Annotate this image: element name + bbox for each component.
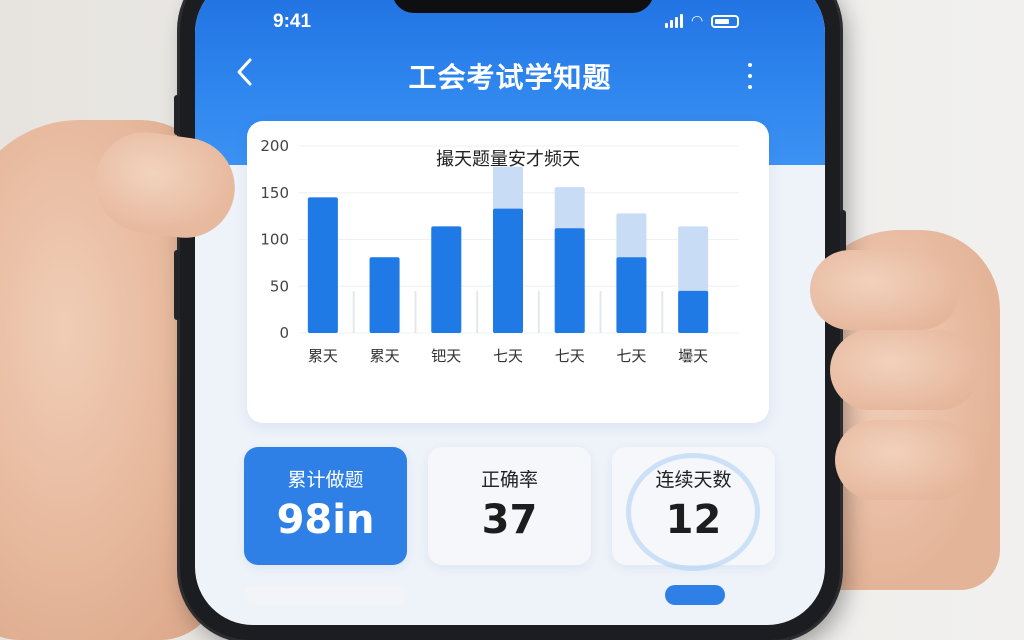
y-tick-label: 100 — [260, 231, 289, 249]
y-tick-label: 50 — [270, 277, 289, 295]
stat-card-total[interactable]: 累计做题 98in — [244, 447, 407, 565]
bar — [554, 228, 585, 333]
volume-down-button — [174, 250, 180, 320]
phone-screen: 9:41 ◠ 工会考试学知题 撮天题量安才频天 0 50 100 150 200 累天 累天… — [195, 0, 825, 625]
signal-icon — [665, 14, 683, 28]
mute-switch — [174, 95, 180, 135]
stat-value: 98in — [276, 497, 375, 543]
y-tick-label: 0 — [279, 324, 289, 342]
phone-frame: 9:41 ◠ 工会考试学知题 撮天题量安才频天 0 50 100 150 200 累天 累天… — [174, 0, 846, 640]
bar — [431, 226, 462, 333]
next-card-peek — [244, 585, 407, 605]
stat-label: 连续天数 — [655, 469, 732, 491]
finger — [835, 420, 975, 500]
more-dot — [748, 63, 752, 67]
finger — [810, 250, 960, 330]
y-tick-label: 200 — [260, 137, 289, 155]
more-options-button[interactable] — [743, 63, 757, 89]
x-tick-label: 七天 — [616, 347, 646, 365]
next-card-peek — [665, 585, 725, 605]
wifi-icon: ◠ — [691, 13, 704, 29]
x-tick-label: 累天 — [370, 347, 400, 365]
finger — [830, 330, 980, 410]
bar-chart: 0 50 100 150 200 累天 累天 钯天 七天 七天 七天 壜天 — [260, 137, 739, 365]
more-dot — [748, 85, 752, 89]
stat-label: 累计做题 — [287, 469, 364, 491]
page-title: 工会考试学知题 — [408, 61, 612, 94]
stat-value: 37 — [481, 497, 538, 543]
notch — [392, 0, 654, 13]
chart-card: 撮天题量安才频天 0 50 100 150 200 累天 累天 钯天 七天 七天 七天 壜天 — [247, 121, 769, 423]
bar — [307, 197, 338, 333]
x-tick-label: 壜天 — [678, 347, 708, 365]
x-tick-label: 累天 — [308, 347, 338, 365]
bar — [678, 290, 709, 333]
bar — [616, 257, 647, 333]
x-tick-label: 七天 — [493, 347, 523, 365]
status-icons: ◠ — [665, 13, 740, 29]
y-tick-label: 150 — [260, 184, 289, 202]
stat-card-streak[interactable]: 连续天数 12 — [612, 447, 775, 571]
x-tick-label: 七天 — [555, 347, 585, 365]
bar — [493, 208, 523, 333]
status-time: 9:41 — [273, 11, 312, 32]
stat-value: 12 — [665, 497, 722, 543]
bar — [369, 257, 400, 333]
stat-card-accuracy[interactable]: 正确率 37 — [428, 447, 591, 565]
x-tick-label: 钯天 — [431, 347, 461, 365]
battery-icon — [711, 15, 740, 28]
stat-label: 正确率 — [480, 469, 538, 491]
more-dot — [748, 74, 752, 78]
